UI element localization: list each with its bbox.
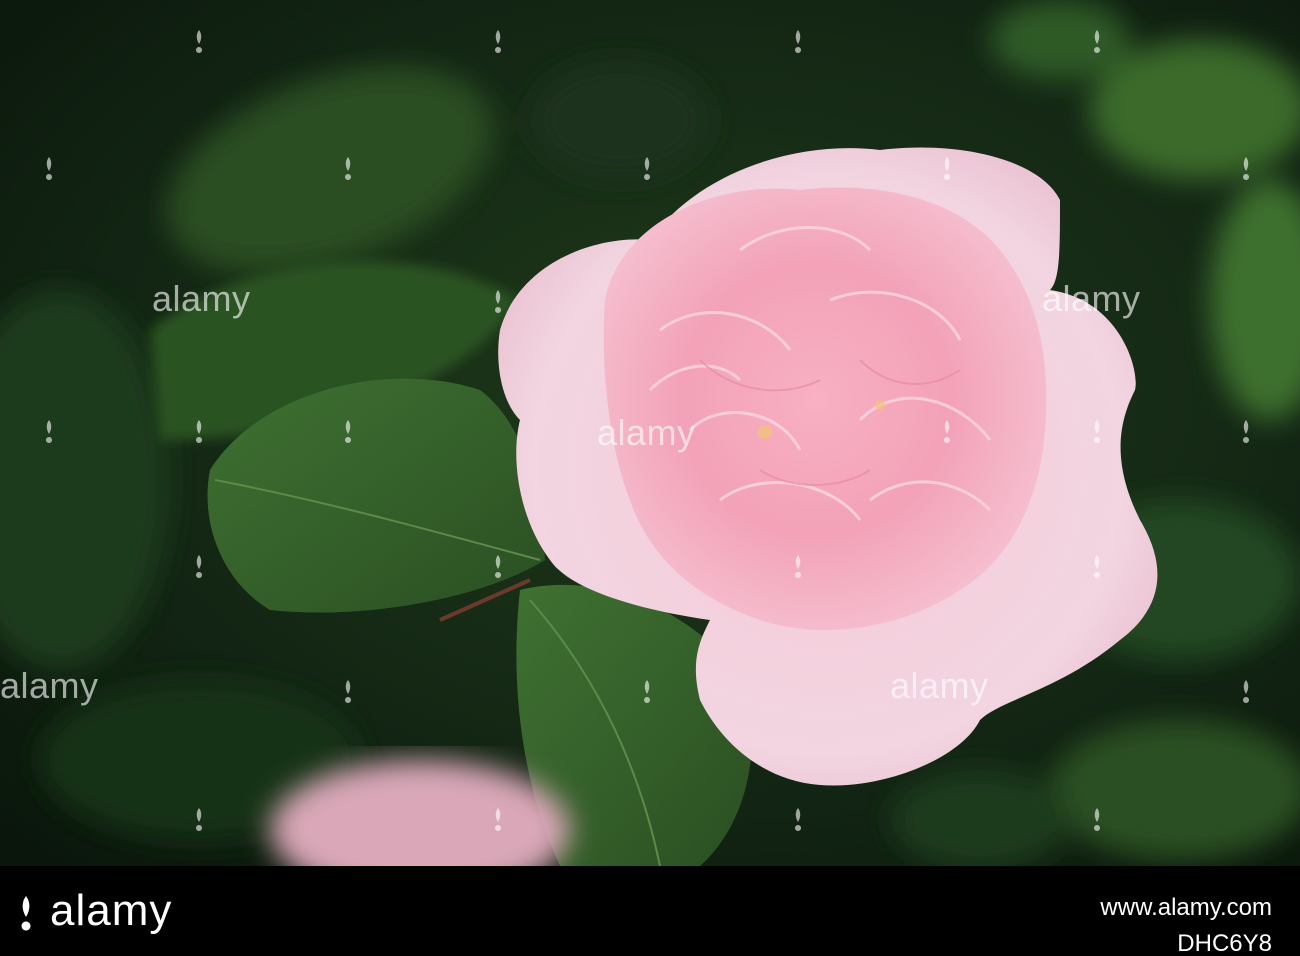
watermark-pin-icon xyxy=(46,157,53,180)
watermark-pin-icon xyxy=(345,157,352,180)
watermark: alamy xyxy=(597,412,696,453)
watermark-pin-icon xyxy=(345,680,352,703)
watermark-pin-icon xyxy=(944,420,951,443)
stock-photo: alamy alamy alamy alamy alamy alamy www.… xyxy=(0,0,1300,956)
watermark-pin-icon xyxy=(46,420,53,443)
watermark-pin-icon xyxy=(196,420,203,443)
brand-name: alamy xyxy=(50,886,173,935)
watermark-pin-icon xyxy=(495,290,502,313)
image-id-line: www.alamy.com xyxy=(1100,894,1272,921)
watermark-pin-icon xyxy=(196,555,203,578)
watermark-pin-icon xyxy=(1094,420,1101,443)
image-id-line: DHC6Y8 xyxy=(1177,930,1272,956)
watermark-pin-icon xyxy=(1243,157,1250,180)
watermark-pin-icon xyxy=(1243,420,1250,443)
watermark-pin-icon xyxy=(1094,808,1101,831)
watermark-pin-icon xyxy=(795,808,802,831)
watermark-pin-icon xyxy=(944,157,951,180)
watermark-pin-icon xyxy=(345,420,352,443)
stock-footer: alamy www.alamy.com DHC6Y8 xyxy=(0,866,1300,956)
alamy-logo-icon xyxy=(21,896,31,931)
watermark-pin-icon xyxy=(644,157,651,180)
watermark-pin-icon xyxy=(1243,680,1250,703)
watermark-pin-icon xyxy=(644,680,651,703)
watermark-pin-icon xyxy=(1094,30,1101,53)
watermark: alamy xyxy=(890,665,989,706)
watermark: alamy xyxy=(1042,278,1141,319)
watermark: alamy xyxy=(152,278,251,319)
watermark: alamy xyxy=(0,665,99,706)
watermark-pin-icon xyxy=(495,808,502,831)
watermark-pin-icon xyxy=(795,30,802,53)
watermark-pin-icon xyxy=(495,30,502,53)
watermark-pin-icon xyxy=(196,30,203,53)
image-id: www.alamy.com DHC6Y8 xyxy=(1100,890,1272,956)
watermark-pin-icon xyxy=(795,555,802,578)
watermark-pin-icon xyxy=(495,555,502,578)
rose-photograph: alamy alamy alamy alamy alamy xyxy=(0,0,1300,866)
watermark-pin-icon xyxy=(196,808,203,831)
watermark-pin-icon xyxy=(1094,555,1101,578)
